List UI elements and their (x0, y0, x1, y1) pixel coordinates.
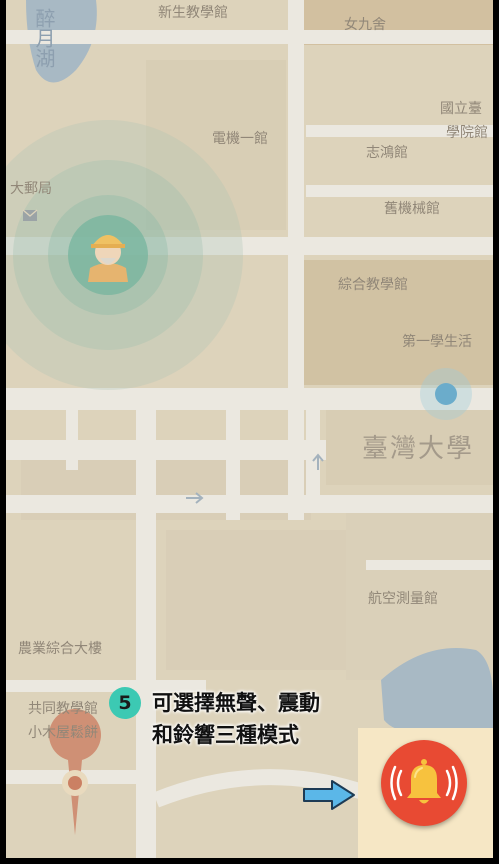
map-label: 第一學生活 (402, 334, 472, 350)
tutorial-step-badge: 5 (109, 687, 141, 719)
my-location-dot-icon (420, 368, 472, 420)
map-label: 電機一館 (212, 131, 268, 147)
building-block (166, 530, 346, 670)
map-label: 國立臺 (440, 101, 482, 117)
map-label-lake: 醉月湖 (32, 8, 56, 68)
tutorial-callout-line1: 可選擇無聲、震動 (152, 691, 320, 715)
map-label: 新生教學館 (158, 5, 228, 21)
map-label: 舊機械館 (384, 201, 440, 217)
alarm-mode-button[interactable] (381, 740, 467, 826)
map-label: 農業綜合大樓 (18, 641, 102, 657)
bell-ringing-icon (390, 759, 458, 804)
map-label: 女九舍 (344, 17, 386, 33)
map-label: 航空測量館 (368, 591, 438, 607)
map-label: 大郵局 (10, 181, 52, 197)
map-label: 志鴻館 (366, 145, 408, 161)
app-screen: 新生教學館 女九舍 國立臺 學院館 電機一館 志鴻館 大郵局 舊機械館 綜合教學… (6, 0, 493, 858)
mail-icon (22, 209, 38, 221)
map-label: 共同教學館 (28, 701, 98, 717)
map-label: 學院館 (446, 125, 488, 141)
map-label-campus: 臺灣大學 (362, 434, 475, 464)
arrow-right-icon (303, 780, 355, 810)
tutorial-callout-line2: 和鈴響三種模式 (152, 723, 299, 747)
map-label: 綜合教學館 (338, 277, 408, 293)
map-label: 小木屋鬆餅 (28, 725, 98, 741)
